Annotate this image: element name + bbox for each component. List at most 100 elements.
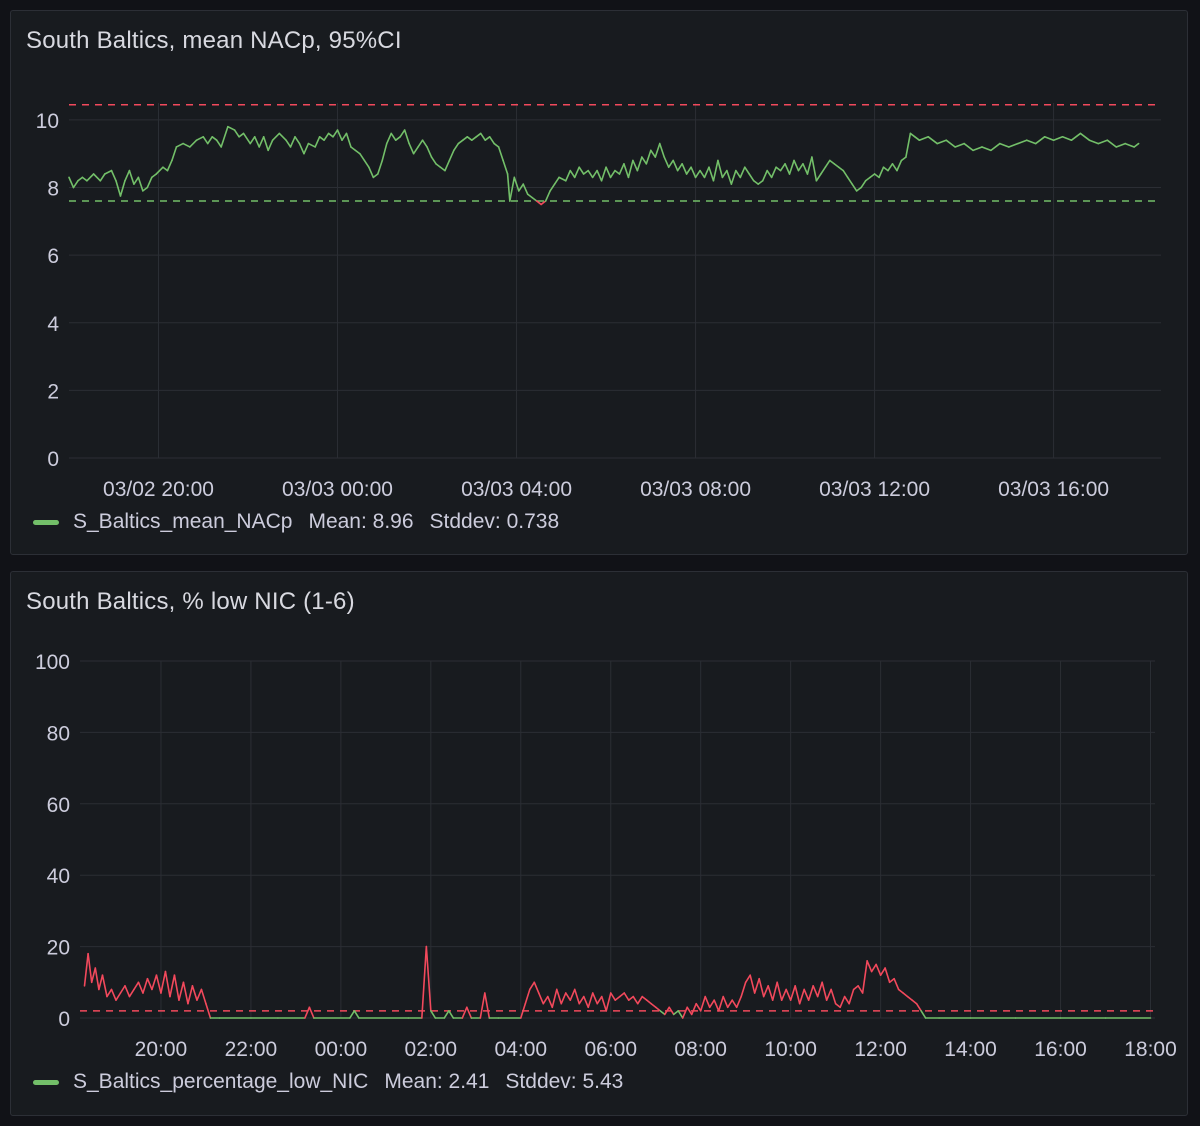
series-segment <box>726 999 733 1009</box>
series-segment <box>1070 132 1082 141</box>
series-segment <box>740 981 747 998</box>
series-segment <box>861 960 868 994</box>
series-segment <box>999 142 1010 148</box>
series-segment <box>722 995 729 1009</box>
y-tick-label: 40 <box>47 865 70 888</box>
series-segment <box>685 166 692 175</box>
series-segment <box>896 159 903 172</box>
series-segment <box>298 142 305 155</box>
series-segment <box>605 992 612 1012</box>
y-tick-label: 0 <box>47 448 59 471</box>
series-segment <box>278 132 287 141</box>
series-segment <box>238 132 245 138</box>
series-segment <box>758 977 765 998</box>
series-segment <box>766 169 773 179</box>
series-segment <box>882 166 889 172</box>
series-segment <box>390 132 397 141</box>
x-tick-label: 08:00 <box>674 1038 727 1061</box>
series-segment <box>304 1006 311 1019</box>
series-segment <box>211 136 218 141</box>
series-segment <box>98 974 104 991</box>
x-tick-label: 22:00 <box>225 1038 278 1061</box>
series-segment <box>915 1002 922 1012</box>
legend-series-name[interactable]: S_Baltics_mean_NACp <box>73 510 292 534</box>
series-segment <box>187 985 194 1005</box>
legend-series-name[interactable]: S_Baltics_percentage_low_NIC <box>73 1070 368 1094</box>
series-segment <box>775 166 782 172</box>
series-segment <box>435 163 442 169</box>
y-tick-label: 10 <box>36 110 59 133</box>
y-tick-label: 100 <box>35 651 70 674</box>
series-segment <box>453 142 460 152</box>
series-segment <box>1025 139 1037 145</box>
series-segment <box>743 166 751 175</box>
series-segment <box>860 179 867 189</box>
series-segment <box>249 136 256 145</box>
series-segment <box>110 988 117 1001</box>
series-segment <box>448 149 455 162</box>
series-segment <box>1016 139 1028 145</box>
series-segment <box>650 149 657 158</box>
series-segment <box>776 981 783 1001</box>
series-segment <box>596 995 603 1005</box>
series-segment <box>806 156 813 175</box>
series-segment <box>927 136 939 145</box>
series-segment <box>86 173 95 182</box>
series-segment <box>115 179 122 197</box>
series-segment <box>412 146 419 155</box>
series-segment <box>797 163 804 172</box>
series-segment <box>173 974 180 1001</box>
series-segment <box>990 142 1001 152</box>
series-segment <box>842 169 849 179</box>
series-segment <box>767 985 774 1001</box>
series-segment <box>779 163 786 172</box>
series-segment <box>475 132 482 138</box>
series-segment <box>68 176 75 189</box>
series-segment <box>537 992 545 1005</box>
series-segment <box>444 159 451 172</box>
series-segment <box>462 136 469 141</box>
y-tick-label: 20 <box>47 937 70 960</box>
series-segment <box>954 142 965 148</box>
grid <box>69 103 1161 459</box>
series-segment <box>694 169 701 179</box>
series-segment <box>824 159 831 169</box>
series-segment <box>981 146 992 152</box>
series-segment <box>522 183 529 196</box>
series-segment <box>394 136 401 141</box>
series-segment <box>650 1002 657 1009</box>
series-segment <box>104 169 113 175</box>
legend[interactable]: S_Baltics_mean_NACp Mean: 8.96 Stddev: 0… <box>33 510 559 534</box>
series-segment <box>421 139 428 148</box>
series-segment <box>703 166 710 179</box>
legend-color-swatch <box>33 1079 59 1085</box>
series-segment <box>479 132 487 141</box>
series-segment <box>902 992 909 998</box>
x-tick-label: 18:00 <box>1124 1038 1177 1061</box>
series-segment <box>866 960 873 973</box>
series-segment <box>627 159 634 179</box>
series-segment <box>848 988 855 1005</box>
series-segment <box>110 169 117 182</box>
series-segment <box>182 142 191 148</box>
series-segment <box>609 992 617 1001</box>
series-segment <box>761 169 768 182</box>
series-segment <box>381 142 388 162</box>
legend-mean: Mean: 2.41 <box>384 1070 490 1093</box>
series-segment <box>829 159 836 165</box>
series-segment <box>318 136 325 141</box>
series-segment <box>757 179 764 185</box>
series-segment <box>632 159 639 172</box>
series-segment <box>124 985 131 998</box>
x-tick-label: 20:00 <box>135 1038 188 1061</box>
series-segment <box>426 146 433 158</box>
series-segment <box>150 173 158 179</box>
series-segment <box>146 977 153 991</box>
legend[interactable]: S_Baltics_percentage_low_NIC Mean: 2.41 … <box>33 1070 623 1094</box>
series-segment <box>864 176 871 182</box>
series-segment <box>717 995 725 1012</box>
x-tick-label: 03/03 12:00 <box>819 478 930 501</box>
series-segment <box>815 173 822 182</box>
series-segment <box>200 988 207 1005</box>
series-segment <box>164 970 171 998</box>
